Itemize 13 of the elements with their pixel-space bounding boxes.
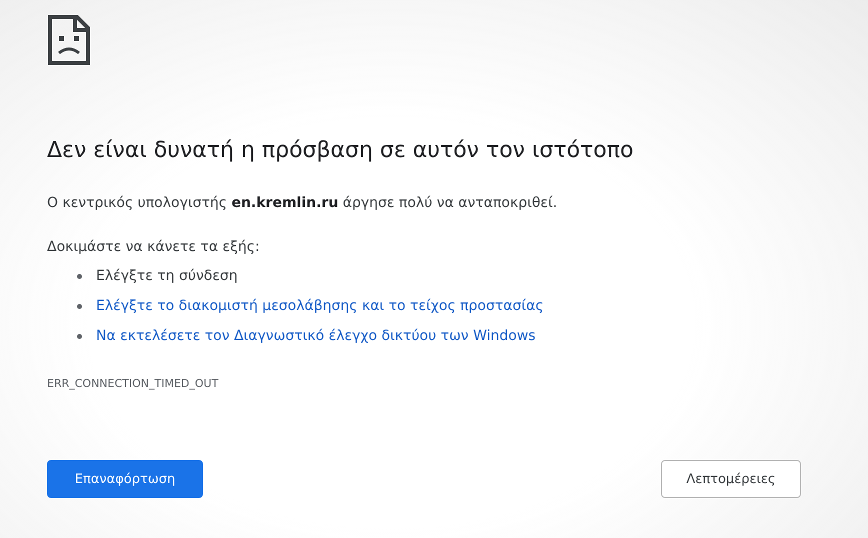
bullet-icon xyxy=(77,334,82,338)
suggestion-link[interactable]: Να εκτελέσετε τον Διαγνωστικό έλεγχο δικτύου των Windows xyxy=(96,328,536,344)
suggestion-link[interactable]: Ελέγξτε το διακομιστή μεσολάβησης και το τείχος προστασίας xyxy=(96,298,544,314)
sad-page-icon xyxy=(47,14,91,66)
details-button[interactable]: Λεπτομέρειες xyxy=(661,460,801,498)
suggestion-text: Ελέγξτε τη σύνδεση xyxy=(96,268,238,284)
error-message: Ο κεντρικός υπολογιστής en.kremlin.ru άργησε πολύ να ανταποκριθεί. xyxy=(47,195,558,211)
bullet-icon xyxy=(77,274,82,278)
bullet-icon xyxy=(77,304,82,308)
suggestions-intro: Δοκιμάστε να κάνετε τα εξής: xyxy=(47,239,261,255)
error-heading: Δεν είναι δυνατή η πρόσβαση σε αυτόν τον ιστότοπο xyxy=(47,138,634,163)
error-code: ERR_CONNECTION_TIMED_OUT xyxy=(47,377,220,390)
reload-button[interactable]: Επαναφόρτωση xyxy=(47,460,203,498)
